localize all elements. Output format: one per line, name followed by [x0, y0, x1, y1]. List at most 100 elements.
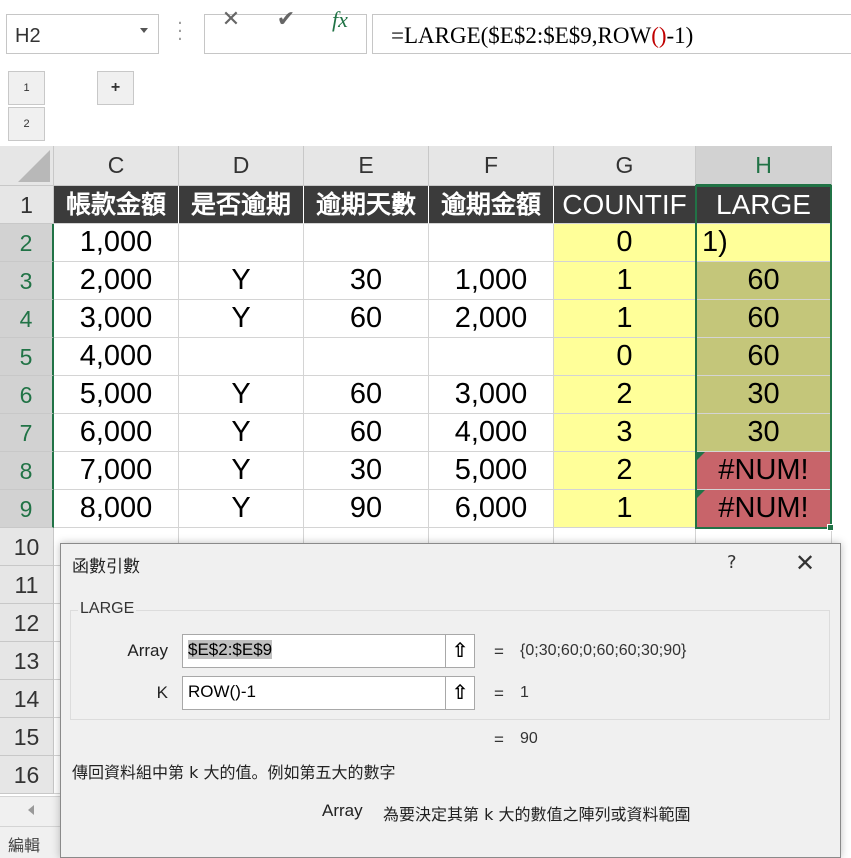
table-cell[interactable]: 2 [554, 376, 696, 414]
table-cell[interactable]: 6,000 [54, 414, 179, 452]
table-cell[interactable]: Y [179, 300, 304, 338]
table-cell[interactable]: 1 [554, 490, 696, 528]
table-cell[interactable]: 2 [554, 452, 696, 490]
table-cell[interactable]: 4,000 [54, 338, 179, 376]
outline-expand-button[interactable]: + [97, 71, 134, 105]
row-header-12[interactable]: 12 [0, 604, 54, 642]
k-label: K [156, 683, 168, 702]
row-header-8[interactable]: 8 [0, 452, 54, 490]
formula-result-equals: = [494, 730, 504, 749]
table-cell[interactable]: 1,000 [429, 262, 554, 300]
table-cell[interactable]: 5,000 [54, 376, 179, 414]
formula-bar-grip-icon[interactable]: · · · [176, 15, 184, 49]
row-header-16[interactable]: 16 [0, 756, 54, 794]
select-all-icon[interactable] [18, 150, 50, 182]
table-cell[interactable]: 3,000 [429, 376, 554, 414]
argument-description: 為要決定其第 k 大的數值之陣列或資料範圍 [383, 805, 691, 824]
table-cell[interactable]: 60 [304, 300, 429, 338]
table-cell[interactable]: 1 [554, 262, 696, 300]
row-header-10[interactable]: 10 [0, 528, 54, 566]
table-cell[interactable]: 3,000 [54, 300, 179, 338]
table-cell[interactable]: 90 [304, 490, 429, 528]
table-cell[interactable] [429, 224, 554, 262]
row-header-1[interactable]: 1 [0, 186, 54, 224]
table-cell[interactable] [304, 338, 429, 376]
fill-handle[interactable] [827, 524, 834, 531]
table-cell[interactable]: Y [179, 262, 304, 300]
table-cell[interactable]: 4,000 [429, 414, 554, 452]
table-cell[interactable]: 30 [304, 262, 429, 300]
table-cell[interactable]: 7,000 [54, 452, 179, 490]
column-header-c[interactable]: C [54, 146, 179, 186]
table-cell[interactable]: Y [179, 414, 304, 452]
table-cell[interactable]: 1 [554, 300, 696, 338]
row-header-3[interactable]: 3 [0, 262, 54, 300]
row-header-6[interactable]: 6 [0, 376, 54, 414]
table-cell[interactable] [179, 224, 304, 262]
column-header-h[interactable]: H [696, 146, 832, 186]
function-name: LARGE [78, 600, 137, 618]
insert-function-icon[interactable]: fx [325, 6, 355, 34]
table-cell[interactable]: 8,000 [54, 490, 179, 528]
k-result: 1 [520, 684, 529, 701]
table-cell[interactable]: 60 [304, 376, 429, 414]
table-cell[interactable]: Y [179, 490, 304, 528]
column-header-e[interactable]: E [304, 146, 429, 186]
row-header-5[interactable]: 5 [0, 338, 54, 376]
table-cell[interactable]: 60 [304, 414, 429, 452]
table-cell[interactable]: Y [179, 452, 304, 490]
name-box-dropdown-icon[interactable] [140, 28, 148, 33]
row-header-7[interactable]: 7 [0, 414, 54, 452]
column-header-g[interactable]: G [554, 146, 696, 186]
column-header-f[interactable]: F [429, 146, 554, 186]
table-cell[interactable]: 6,000 [429, 490, 554, 528]
status-mode: 編輯 [8, 836, 41, 855]
table-cell[interactable]: Y [179, 376, 304, 414]
table-cell[interactable] [304, 224, 429, 262]
array-result: {0;30;60;0;60;60;30;90} [520, 642, 687, 659]
table-header-cell[interactable]: 逾期天數 [304, 186, 429, 224]
cancel-icon[interactable]: ✕ [216, 6, 246, 34]
table-header-cell[interactable]: 是否逾期 [179, 186, 304, 224]
array-collapse-button[interactable]: ⇧ [445, 634, 475, 668]
collapse-arrow-icon: ⇧ [451, 638, 469, 662]
outline-level-1-button[interactable]: 1 [8, 71, 45, 105]
table-cell[interactable]: 0 [554, 338, 696, 376]
collapse-arrow-icon: ⇧ [451, 680, 469, 704]
k-collapse-button[interactable]: ⇧ [445, 676, 475, 710]
table-cell[interactable]: 0 [554, 224, 696, 262]
table-cell[interactable]: 2,000 [54, 262, 179, 300]
table-cell[interactable] [179, 338, 304, 376]
function-description: 傳回資料組中第 k 大的值。例如第五大的數字 [72, 763, 396, 782]
close-button[interactable]: ✕ [795, 549, 815, 577]
row-header-14[interactable]: 14 [0, 680, 54, 718]
table-cell[interactable]: 2,000 [429, 300, 554, 338]
table-cell[interactable] [429, 338, 554, 376]
outline-level-2-button[interactable]: 2 [8, 107, 45, 141]
array-input[interactable]: $E$2:$E$9 [182, 634, 446, 668]
table-cell[interactable]: 30 [304, 452, 429, 490]
table-header-cell[interactable]: 帳款金額 [54, 186, 179, 224]
help-button[interactable]: ? [727, 552, 737, 573]
table-header-cell[interactable]: 逾期金額 [429, 186, 554, 224]
dialog-title: 函數引數 [72, 557, 140, 577]
enter-icon[interactable]: ✔ [271, 6, 301, 34]
column-header-d[interactable]: D [179, 146, 304, 186]
row-header-13[interactable]: 13 [0, 642, 54, 680]
table-cell[interactable]: 1,000 [54, 224, 179, 262]
name-box[interactable]: H2 [6, 14, 159, 54]
scroll-left-icon[interactable] [28, 805, 34, 815]
table-cell[interactable]: 5,000 [429, 452, 554, 490]
k-input[interactable]: ROW()-1 [182, 676, 446, 710]
k-equals: = [494, 684, 504, 703]
array-label: Array [127, 641, 168, 660]
row-header-11[interactable]: 11 [0, 566, 54, 604]
table-header-cell[interactable]: COUNTIF [554, 186, 696, 224]
table-cell[interactable]: 3 [554, 414, 696, 452]
row-header-15[interactable]: 15 [0, 718, 54, 756]
row-header-2[interactable]: 2 [0, 224, 54, 262]
row-header-9[interactable]: 9 [0, 490, 54, 528]
array-equals: = [494, 642, 504, 661]
row-header-4[interactable]: 4 [0, 300, 54, 338]
formula-input[interactable]: =LARGE($E$2:$E$9,ROW()-1) [372, 14, 851, 54]
